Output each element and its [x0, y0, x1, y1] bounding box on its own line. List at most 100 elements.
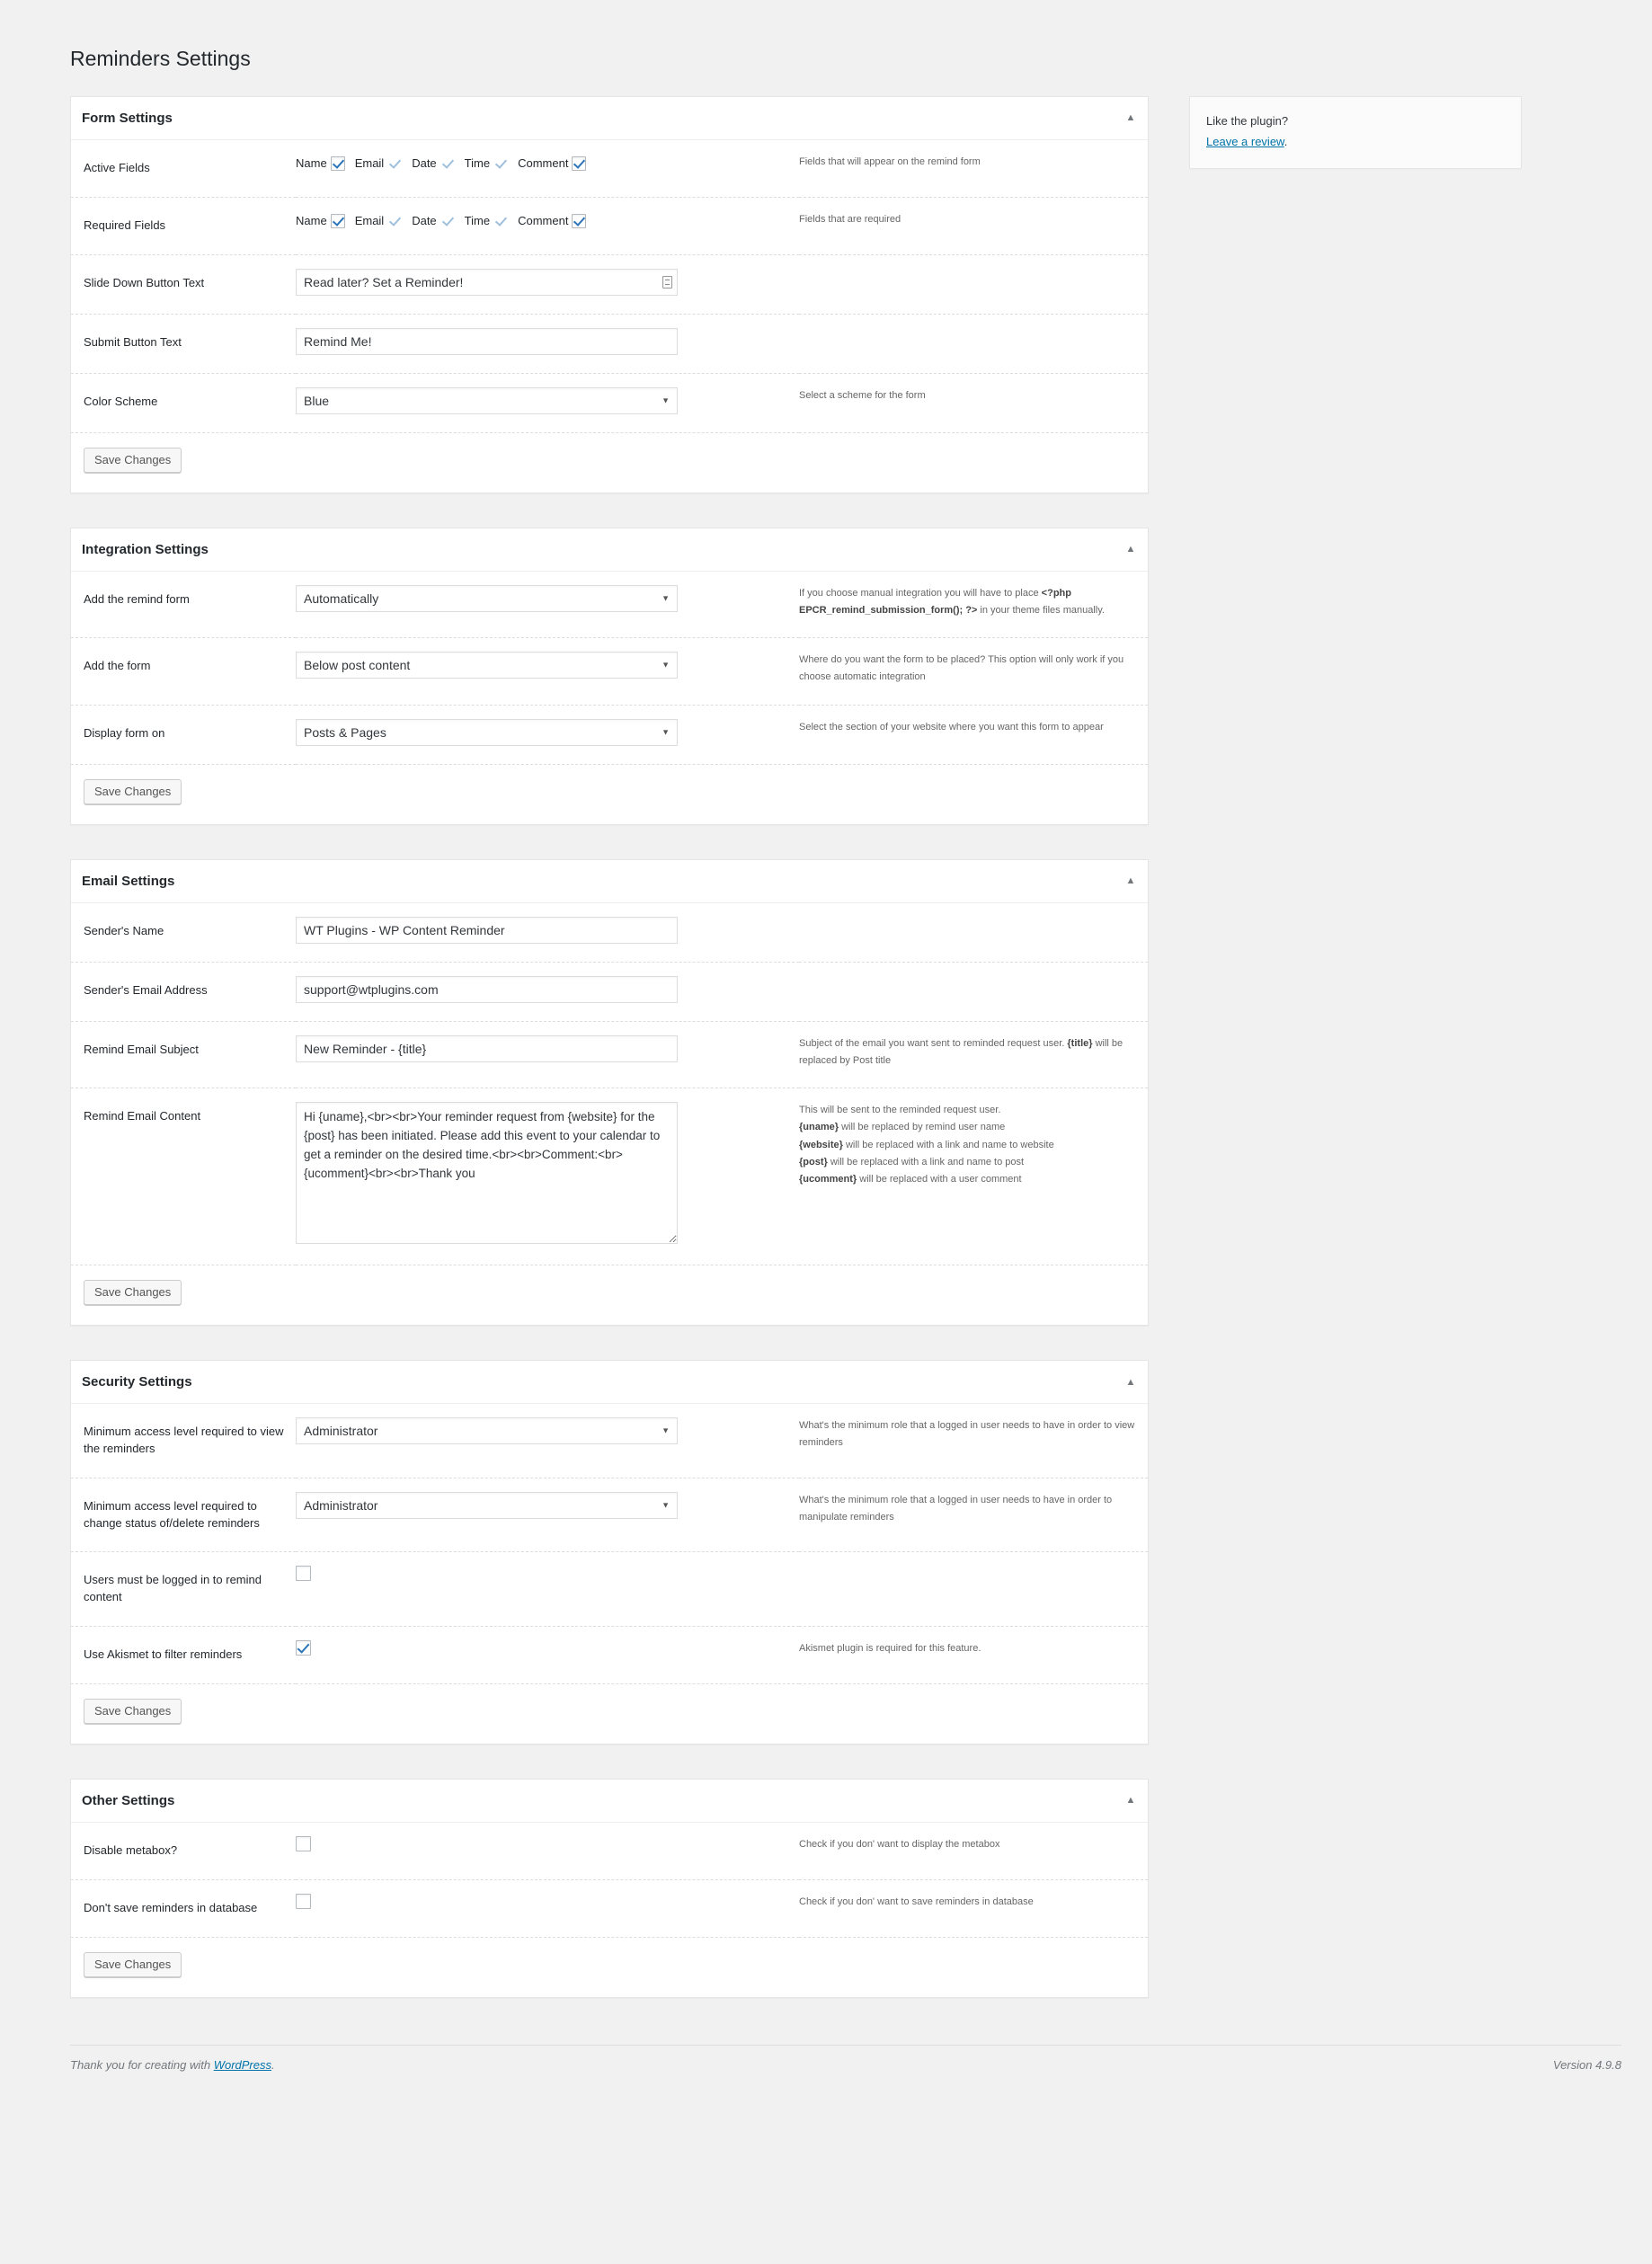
desc-add-remind-form: If you choose manual integration you wil… — [799, 572, 1148, 638]
sender-email-input[interactable] — [296, 975, 678, 1003]
no-save-database-checkbox[interactable] — [296, 1893, 311, 1909]
panel-header-security-settings[interactable]: Security Settings ▲ — [71, 1361, 1148, 1405]
slide-down-text-input[interactable] — [296, 268, 678, 296]
active-field-name-checkbox[interactable] — [330, 155, 345, 171]
submit-button-text-input[interactable] — [296, 327, 678, 355]
active-field-time[interactable]: Time — [465, 156, 508, 171]
save-changes-button-security-settings[interactable]: Save Changes — [84, 1698, 182, 1724]
form-table-email-settings: Sender's Name Sender's Email Address — [71, 903, 1148, 1266]
color-scheme-select[interactable]: Blue — [296, 386, 678, 414]
required-field-comment-label: Comment — [518, 214, 569, 228]
chevron-up-icon[interactable]: ▲ — [1124, 875, 1137, 887]
form-table-security-settings: Minimum access level required to view th… — [71, 1404, 1148, 1684]
active-field-comment[interactable]: Comment — [518, 155, 587, 171]
desc-email-content: This will be sent to the reminded reques… — [799, 1088, 1148, 1265]
chevron-up-icon[interactable]: ▲ — [1124, 1794, 1137, 1807]
field-view-access-level: Administrator ▼ — [296, 1404, 799, 1478]
panel-form-settings: Form Settings ▲ Active Fields Name Email… — [70, 95, 1149, 493]
desc-akismet: Akismet plugin is required for this feat… — [799, 1643, 981, 1655]
required-field-time-checkbox[interactable] — [493, 214, 508, 228]
active-field-date-checkbox[interactable] — [440, 156, 455, 171]
desc-email-subject-pre: Subject of the email you want sent to re… — [799, 1037, 1068, 1049]
panel-header-email-settings[interactable]: Email Settings ▲ — [71, 860, 1148, 903]
panel-integration-settings: Integration Settings ▲ Add the remind fo… — [70, 527, 1149, 825]
panel-header-integration-settings[interactable]: Integration Settings ▲ — [71, 528, 1148, 572]
desc-add-remind-form-post: in your theme files manually. — [977, 604, 1105, 616]
must-be-logged-in-checkbox[interactable] — [296, 1566, 311, 1582]
required-field-time-label: Time — [464, 214, 491, 228]
email-subject-input[interactable] — [296, 1034, 678, 1062]
form-table-other-settings: Disable metabox? Check if you don' want … — [71, 1823, 1148, 1938]
required-fields-checkbox-group: Name Email Date Time Comment — [296, 211, 790, 228]
field-color-scheme: Blue ▼ — [296, 373, 799, 432]
change-access-level-select-wrap: Administrator ▼ — [296, 1491, 678, 1519]
save-changes-button-email-settings[interactable]: Save Changes — [84, 1280, 182, 1306]
leave-a-review-link[interactable]: Leave a review — [1206, 135, 1284, 148]
active-field-email[interactable]: Email — [355, 156, 403, 171]
resize-handle-icon[interactable] — [662, 275, 672, 289]
desc-slide-down-text — [799, 254, 1148, 314]
row-color-scheme: Color Scheme Blue ▼ Select a scheme for … — [71, 373, 1148, 433]
required-field-name[interactable]: Name — [296, 213, 345, 228]
row-view-access-level: Minimum access level required to view th… — [71, 1404, 1148, 1478]
active-field-time-checkbox[interactable] — [493, 156, 508, 171]
required-field-comment[interactable]: Comment — [518, 213, 587, 228]
akismet-checkbox[interactable] — [296, 1640, 311, 1656]
save-changes-button-form-settings[interactable]: Save Changes — [84, 447, 182, 473]
save-changes-button-other-settings[interactable]: Save Changes — [84, 1951, 182, 1977]
desc-view-access-level: What's the minimum role that a logged in… — [799, 1420, 1135, 1449]
field-sender-email — [296, 962, 799, 1021]
label-active-fields: Active Fields — [84, 160, 150, 174]
add-remind-form-select[interactable]: Automatically — [296, 584, 678, 612]
chevron-up-icon[interactable]: ▲ — [1124, 1376, 1137, 1389]
add-remind-form-select-wrap: Automatically ▼ — [296, 584, 678, 612]
wordpress-link[interactable]: WordPress — [214, 2058, 271, 2072]
disable-metabox-checkbox[interactable] — [296, 1835, 311, 1851]
active-field-name[interactable]: Name — [296, 155, 345, 171]
display-form-on-select[interactable]: Posts & Pages — [296, 718, 678, 746]
panel-title-form-settings: Form Settings — [82, 110, 173, 126]
panel-other-settings: Other Settings ▲ Disable metabox? Check … — [70, 1778, 1149, 1998]
view-access-level-select[interactable]: Administrator — [296, 1417, 678, 1445]
row-disable-metabox: Disable metabox? Check if you don' want … — [71, 1823, 1148, 1880]
field-slide-down-text — [296, 254, 799, 314]
row-add-remind-form: Add the remind form Automatically ▼ If y… — [71, 572, 1148, 638]
chevron-up-icon[interactable]: ▲ — [1124, 543, 1137, 555]
required-field-date-checkbox[interactable] — [440, 214, 455, 228]
desc-email-subject: Subject of the email you want sent to re… — [799, 1021, 1148, 1088]
required-field-email-checkbox[interactable] — [387, 214, 402, 228]
active-field-date[interactable]: Date — [412, 156, 454, 171]
row-akismet: Use Akismet to filter reminders Akismet … — [71, 1627, 1148, 1684]
review-box-link-line: Leave a review. — [1206, 132, 1505, 153]
panel-title-email-settings: Email Settings — [82, 873, 175, 889]
active-field-email-checkbox[interactable] — [387, 156, 402, 171]
label-submit-button-text: Submit Button Text — [84, 334, 182, 349]
label-add-the-form: Add the form — [84, 659, 151, 673]
desc-color-scheme: Select a scheme for the form — [799, 389, 926, 401]
panel-security-settings: Security Settings ▲ Minimum access level… — [70, 1360, 1149, 1745]
desc-token-website: {website} — [799, 1139, 843, 1150]
email-content-textarea[interactable]: Hi {uname},<br><br>Your reminder request… — [296, 1102, 678, 1245]
panel-header-form-settings[interactable]: Form Settings ▲ — [71, 97, 1148, 140]
change-access-level-select[interactable]: Administrator — [296, 1491, 678, 1519]
desc-sender-name — [799, 903, 1148, 963]
desc-display-form-on: Select the section of your website where… — [799, 721, 1104, 732]
review-box-text: Like the plugin? — [1206, 113, 1289, 128]
sender-name-input[interactable] — [296, 916, 678, 944]
required-field-time[interactable]: Time — [465, 214, 508, 228]
required-field-name-checkbox[interactable] — [330, 213, 345, 228]
panel-header-other-settings[interactable]: Other Settings ▲ — [71, 1780, 1148, 1823]
main-column: Form Settings ▲ Active Fields Name Email… — [70, 95, 1149, 2032]
row-slide-down-text: Slide Down Button Text — [71, 254, 1148, 315]
display-form-on-select-wrap: Posts & Pages ▼ — [296, 718, 678, 746]
required-field-date[interactable]: Date — [412, 214, 454, 228]
row-active-fields: Active Fields Name Email Date Time Comme… — [71, 140, 1148, 198]
required-field-email[interactable]: Email — [355, 214, 403, 228]
required-field-comment-checkbox[interactable] — [572, 213, 587, 228]
active-field-comment-checkbox[interactable] — [572, 155, 587, 171]
save-changes-button-integration-settings[interactable]: Save Changes — [84, 778, 182, 804]
footer-version: Version 4.9.8 — [1552, 2057, 1621, 2072]
desc-submit-button-text — [799, 314, 1148, 373]
add-the-form-select[interactable]: Below post content — [296, 652, 678, 679]
chevron-up-icon[interactable]: ▲ — [1124, 111, 1137, 124]
